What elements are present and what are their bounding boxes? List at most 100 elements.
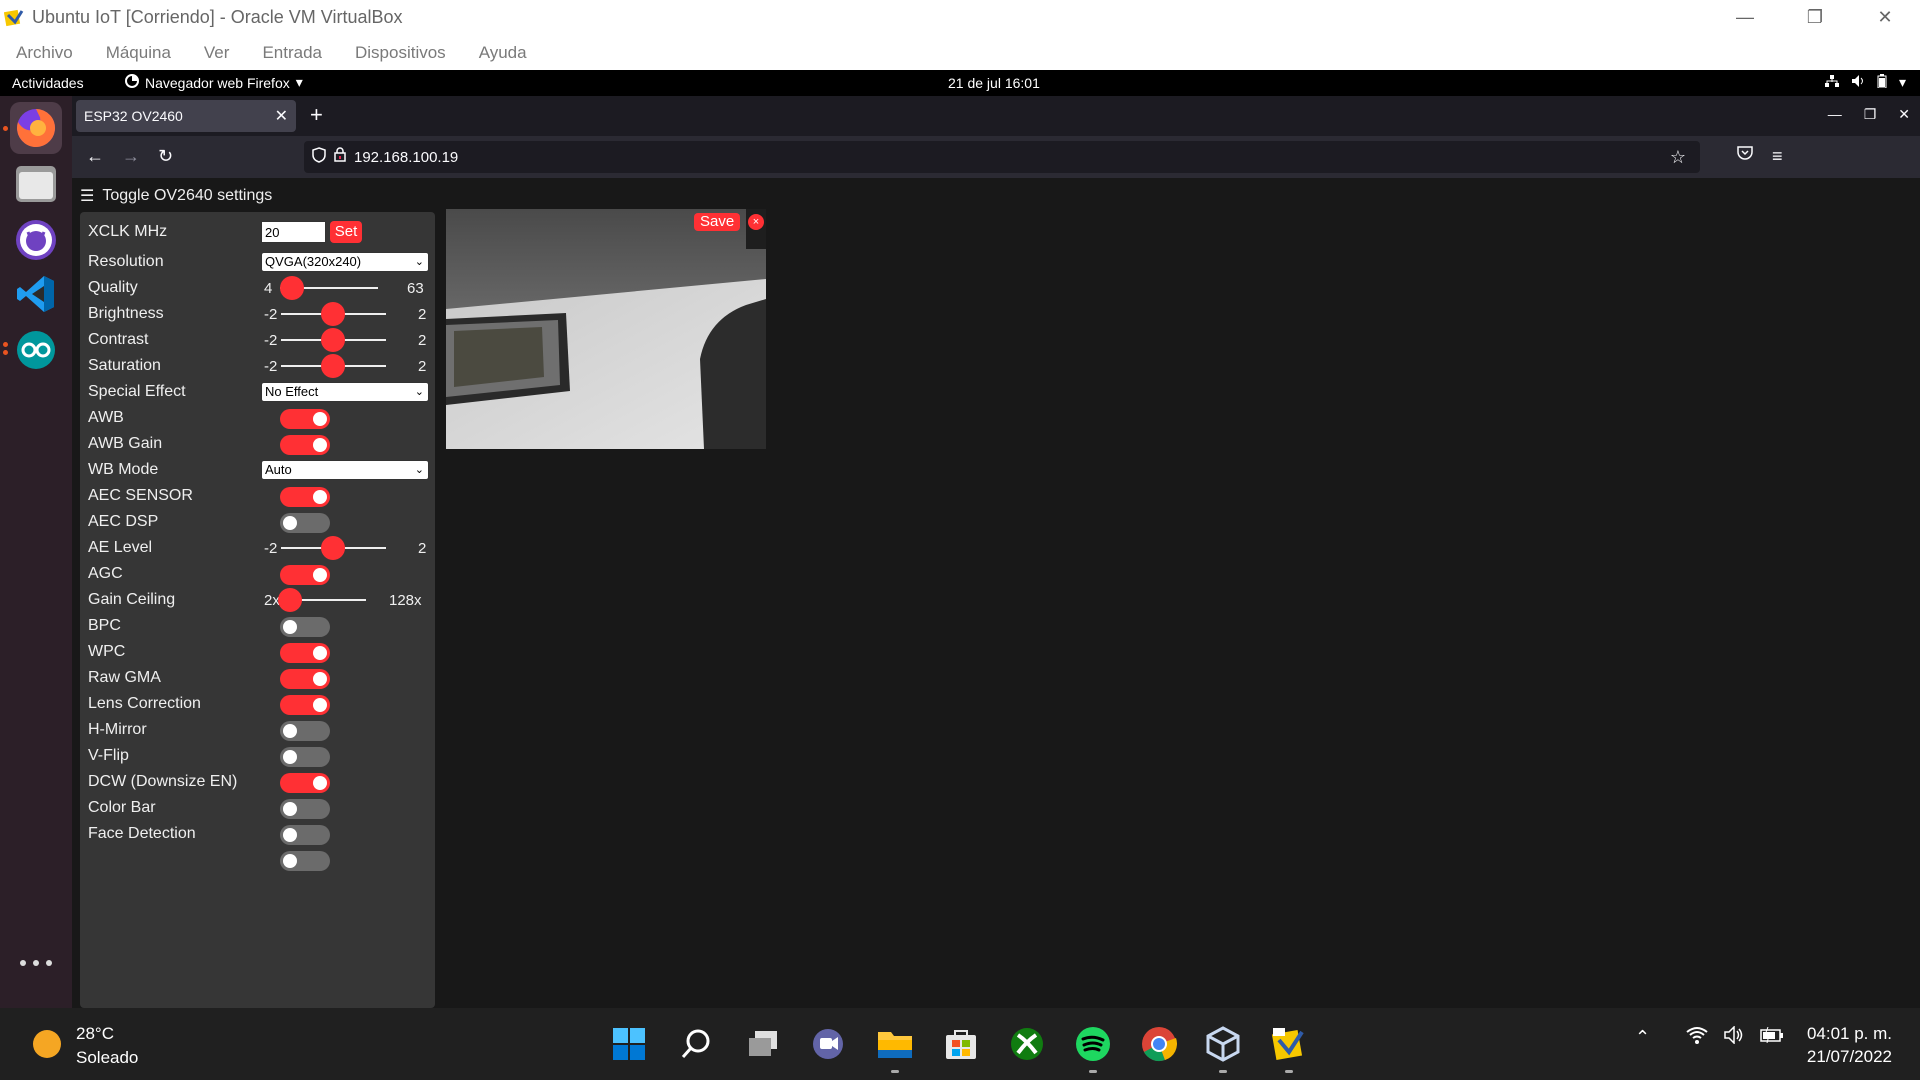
shield-icon[interactable] xyxy=(312,146,326,168)
h-mirror-label: H-Mirror xyxy=(88,721,147,738)
pocket-icon[interactable] xyxy=(1737,146,1753,164)
resolution-select[interactable]: QVGA(320x240) ⌄ xyxy=(261,252,429,272)
microsoft-store-icon[interactable] xyxy=(943,1026,979,1062)
close-icon[interactable]: ✕ xyxy=(1850,0,1920,35)
lock-icon[interactable] xyxy=(334,147,346,167)
contrast-label: Contrast xyxy=(88,331,149,348)
menu-archivo[interactable]: Archivo xyxy=(16,43,73,63)
restore-icon[interactable]: ❐ xyxy=(1864,106,1877,123)
saturation-slider-thumb[interactable] xyxy=(321,354,345,378)
menu-maquina[interactable]: Máquina xyxy=(106,43,171,63)
close-stream-icon[interactable]: × xyxy=(748,214,764,230)
face-detection-toggle[interactable] xyxy=(280,825,330,845)
chevron-down-icon: ⌄ xyxy=(414,256,424,268)
url-bar[interactable]: 192.168.100.19 ☆ xyxy=(304,141,1700,173)
chevron-up-icon[interactable]: ⌃ xyxy=(1635,1027,1650,1048)
wpc-toggle[interactable] xyxy=(280,643,330,663)
camera-stream-image xyxy=(446,209,766,449)
restore-icon[interactable]: ❐ xyxy=(1780,0,1850,35)
arduino-icon[interactable] xyxy=(10,324,62,376)
tab-esp32[interactable]: ESP32 OV2460 ✕ xyxy=(76,100,296,132)
xbox-icon[interactable] xyxy=(1009,1026,1045,1062)
color-bar-toggle[interactable] xyxy=(280,799,330,819)
menu-entrada[interactable]: Entrada xyxy=(262,43,322,63)
h-mirror-toggle[interactable] xyxy=(280,721,330,741)
save-button[interactable]: Save xyxy=(694,213,741,231)
bpc-toggle[interactable] xyxy=(280,617,330,637)
show-applications-icon[interactable] xyxy=(20,960,52,976)
firefox-small-icon xyxy=(125,74,139,91)
virtualbox-icon[interactable] xyxy=(1271,1026,1307,1062)
awb-gain-toggle[interactable] xyxy=(280,435,330,455)
forward-icon[interactable]: → xyxy=(122,146,140,167)
chrome-icon[interactable] xyxy=(1141,1026,1177,1062)
close-tab-icon[interactable]: ✕ xyxy=(275,106,288,126)
resolution-value: QVGA(320x240) xyxy=(265,254,362,269)
activities-button[interactable]: Actividades xyxy=(12,75,84,91)
contrast-min: -2 xyxy=(264,331,278,349)
weather-widget[interactable]: 28°C Soleado xyxy=(32,1022,138,1070)
search-icon[interactable] xyxy=(678,1026,714,1062)
resolution-label: Resolution xyxy=(88,253,164,270)
taskbar-clock[interactable]: 04:01 p. m. 21/07/2022 xyxy=(1807,1022,1892,1068)
lens-correction-toggle[interactable] xyxy=(280,695,330,715)
minimize-icon[interactable]: — xyxy=(1828,106,1842,123)
special-effect-select[interactable]: No Effect ⌄ xyxy=(261,382,429,402)
new-tab-icon[interactable]: + xyxy=(310,102,323,128)
virtualbox-vm-icon[interactable] xyxy=(1205,1026,1241,1062)
xclk-set-button[interactable]: Set xyxy=(330,221,362,243)
ae-level-slider-thumb[interactable] xyxy=(321,536,345,560)
files-icon[interactable] xyxy=(10,158,62,210)
gnome-tray[interactable]: ▾ xyxy=(1824,74,1906,91)
raw-gma-toggle[interactable] xyxy=(280,669,330,689)
running-indicator xyxy=(3,126,8,131)
wpc-label: WPC xyxy=(88,643,126,660)
firefox-icon[interactable] xyxy=(10,102,62,154)
aec-dsp-toggle[interactable] xyxy=(280,513,330,533)
cut-off-toggle[interactable] xyxy=(280,851,330,871)
agc-toggle[interactable] xyxy=(280,565,330,585)
menu-ayuda[interactable]: Ayuda xyxy=(479,43,527,63)
github-desktop-icon[interactable] xyxy=(10,214,62,266)
windows-taskbar: 28°C Soleado ⌃ 04:01 p. m. 21/07/2022 xyxy=(0,1008,1920,1080)
dcw-toggle[interactable] xyxy=(280,773,330,793)
system-tray[interactable]: ⌃ xyxy=(1635,1025,1784,1049)
quality-max: 63 xyxy=(407,279,424,297)
color-bar-row: Color Bar xyxy=(80,794,435,822)
gain-ceiling-label: Gain Ceiling xyxy=(88,591,176,608)
menu-ver[interactable]: Ver xyxy=(204,43,230,63)
running-indicator xyxy=(1285,1070,1293,1073)
toggle-settings-button[interactable]: ☰ Toggle OV2640 settings xyxy=(80,186,272,206)
menu-dispositivos[interactable]: Dispositivos xyxy=(355,43,446,63)
windows-start-icon[interactable] xyxy=(611,1026,647,1062)
minimize-icon[interactable]: — xyxy=(1710,0,1780,35)
reload-icon[interactable]: ↻ xyxy=(158,146,173,167)
back-icon[interactable]: ← xyxy=(86,146,104,167)
vscode-icon[interactable] xyxy=(10,268,62,320)
aec-sensor-toggle[interactable] xyxy=(280,487,330,507)
hamburger-menu-icon[interactable]: ≡ xyxy=(1772,146,1783,167)
bpc-row: BPC xyxy=(80,612,435,640)
bookmark-star-icon[interactable]: ☆ xyxy=(1670,147,1686,168)
gnome-clock[interactable]: 21 de jul 16:01 xyxy=(948,75,1040,91)
v-flip-toggle[interactable] xyxy=(280,747,330,767)
spotify-icon[interactable] xyxy=(1075,1026,1111,1062)
close-icon[interactable]: ✕ xyxy=(1898,106,1910,123)
file-explorer-icon[interactable] xyxy=(877,1026,913,1062)
page-content: ☰ Toggle OV2640 settings XCLK MHz Set Re… xyxy=(72,178,1920,1008)
wb-mode-select[interactable]: Auto ⌄ xyxy=(261,460,429,480)
weather-description: Soleado xyxy=(76,1048,139,1067)
app-menu[interactable]: Navegador web Firefox ▾ xyxy=(125,74,303,91)
resolution-row: Resolution QVGA(320x240) ⌄ xyxy=(80,248,435,276)
quality-label: Quality xyxy=(88,279,138,296)
awb-toggle[interactable] xyxy=(280,409,330,429)
aec-dsp-label: AEC DSP xyxy=(88,513,159,530)
quality-slider-thumb[interactable] xyxy=(280,276,305,300)
contrast-slider-thumb[interactable] xyxy=(321,328,345,352)
xclk-input[interactable] xyxy=(261,221,326,243)
gain-ceiling-slider-thumb[interactable] xyxy=(277,588,302,612)
task-view-icon[interactable] xyxy=(745,1026,781,1062)
teams-chat-icon[interactable] xyxy=(810,1026,846,1062)
battery-charging-icon xyxy=(1760,1026,1784,1048)
brightness-slider-thumb[interactable] xyxy=(321,302,345,326)
